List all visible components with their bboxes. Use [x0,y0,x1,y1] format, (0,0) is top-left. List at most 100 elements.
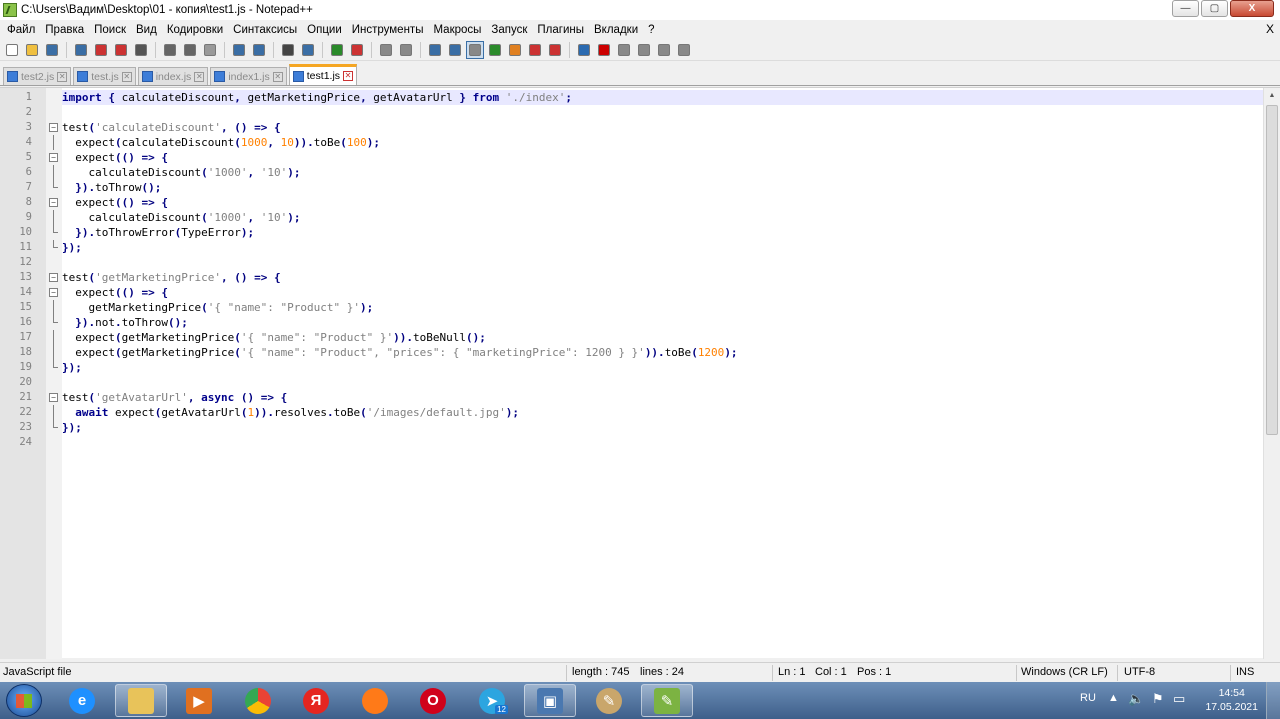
taskbar-opera[interactable]: O [407,684,459,717]
maximize-button[interactable]: ▢ [1201,0,1228,17]
code-line[interactable]: 17 expect(getMarketingPrice('{ "name": "… [19,330,1264,345]
close-document-button[interactable]: X [1266,22,1274,36]
close-button[interactable]: X [1230,0,1274,17]
code-line[interactable]: 19}); [19,360,1264,375]
fold-toggle-icon[interactable]: − [49,153,58,162]
save-macro-button[interactable] [675,41,693,59]
show-desktop-button[interactable] [1266,682,1280,719]
new-file-button[interactable] [3,41,21,59]
open-file-button[interactable] [23,41,41,59]
tab-index1-js[interactable]: index1.js ✕ [210,67,287,85]
menu-item-1[interactable]: Правка [40,24,89,36]
code-line[interactable]: 2 [26,105,1264,120]
menu-item-0[interactable]: Файл [2,24,40,36]
tray-expand-icon[interactable]: ▲ [1108,692,1119,704]
minimize-button[interactable]: — [1172,0,1199,17]
redo-button[interactable] [250,41,268,59]
word-wrap-button[interactable] [426,41,444,59]
close-button[interactable] [92,41,110,59]
stop-record-button[interactable] [615,41,633,59]
show-all-chars-button[interactable] [446,41,464,59]
tab-test2-js[interactable]: test2.js ✕ [3,67,72,85]
tab-close-icon[interactable]: ✕ [343,71,354,81]
undo-button[interactable] [230,41,248,59]
menu-item-10[interactable]: Плагины [532,24,589,36]
menu-item-2[interactable]: Поиск [89,24,131,36]
menu-item-4[interactable]: Кодировки [162,24,228,36]
doc-map-button[interactable] [506,41,524,59]
code-area[interactable]: 1 import { calculateDiscount, getMarketin… [19,90,1264,450]
tab-test-js[interactable]: test.js ✕ [73,67,136,85]
menu-item-6[interactable]: Опции [302,24,347,36]
run-macro-multiple-button[interactable] [655,41,673,59]
code-line[interactable]: 1 import { calculateDiscount, getMarketin… [26,90,1264,105]
taskbar-firefox[interactable] [349,684,401,717]
menu-item-9[interactable]: Запуск [486,24,532,36]
language-indicator[interactable]: RU [1080,692,1096,704]
code-line[interactable]: 3− test('calculateDiscount', () => { [26,120,1264,135]
paste-button[interactable] [201,41,219,59]
fold-margin[interactable] [46,88,62,659]
close-all-button[interactable] [112,41,130,59]
code-line[interactable]: 10 }).toThrowError(TypeError); [19,225,1264,240]
indent-guide-button[interactable] [466,40,484,59]
code-line[interactable]: 23}); [19,420,1264,435]
sync-horizontal-button[interactable] [397,41,415,59]
fold-toggle-icon[interactable]: − [49,123,58,132]
menu-item-12[interactable]: ? [643,24,659,36]
taskbar-chrome[interactable] [232,684,284,717]
code-line[interactable]: 18 expect(getMarketingPrice('{ "name": "… [19,345,1264,360]
menu-item-7[interactable]: Инструменты [347,24,429,36]
taskbar-telegram[interactable]: ➤ 12 [466,684,518,717]
menu-item-8[interactable]: Макросы [428,24,486,36]
fold-toggle-icon[interactable]: − [49,273,58,282]
zoom-out-button[interactable] [348,41,366,59]
code-line[interactable]: 12 [19,255,1264,270]
code-line[interactable]: 16 }).not.toThrow(); [19,315,1264,330]
menu-item-5[interactable]: Синтаксисы [228,24,302,36]
vertical-scrollbar[interactable]: ▲ [1263,88,1280,659]
code-line[interactable]: 9 calculateDiscount('1000', '10'); [26,210,1264,225]
code-line[interactable]: 4 expect(calculateDiscount(1000, 10)).to… [26,135,1264,150]
tab-test1-js[interactable]: test1.js ✕ [288,64,358,85]
menu-item-3[interactable]: Вид [131,24,162,36]
scrollbar-thumb[interactable] [1266,105,1278,435]
copy-button[interactable] [181,41,199,59]
code-line[interactable]: 24 [19,435,1264,450]
user-defined-lang-button[interactable] [486,41,504,59]
find-button[interactable] [279,41,297,59]
code-line[interactable]: 8 − expect(() => { [26,195,1264,210]
code-line[interactable]: 7 }).toThrow(); [26,180,1264,195]
volume-icon[interactable]: 🔈 [1128,691,1144,707]
code-line[interactable]: 13− test('getMarketingPrice', () => { [19,270,1264,285]
code-line[interactable]: 14 − expect(() => { [19,285,1264,300]
tab-close-icon[interactable]: ✕ [272,71,283,82]
taskbar-yandex-browser[interactable]: Я [290,684,342,717]
save-button[interactable] [43,41,61,59]
tab-close-icon[interactable]: ✕ [57,71,68,82]
tab-close-icon[interactable]: ✕ [194,71,205,82]
cut-button[interactable] [161,41,179,59]
clock[interactable]: 14:54 17.05.2021 [1205,686,1258,714]
function-list-button[interactable] [526,41,544,59]
zoom-in-button[interactable] [328,41,346,59]
replace-button[interactable] [299,41,317,59]
code-line[interactable]: 20 [19,375,1264,390]
status-encoding[interactable]: UTF-8 [1124,666,1155,678]
tab-close-icon[interactable]: ✕ [121,71,132,82]
tab-index-js[interactable]: index.js ✕ [137,67,209,85]
fold-toggle-icon[interactable]: − [49,198,58,207]
fold-toggle-icon[interactable]: − [49,288,58,297]
status-eol[interactable]: Windows (CR LF) [1021,666,1108,678]
print-button[interactable] [132,41,150,59]
record-macro-button[interactable] [595,41,613,59]
action-center-icon[interactable]: ⚑ [1152,691,1164,707]
code-line[interactable]: 5 − expect(() => { [26,150,1264,165]
start-button[interactable] [6,684,42,717]
taskbar-notepad-plus-plus[interactable]: ✎ [641,684,693,717]
fold-toggle-icon[interactable]: − [49,393,58,402]
play-macro-button[interactable] [635,41,653,59]
folder-workspace-button[interactable] [546,41,564,59]
taskbar-paint[interactable]: ✎ [583,684,635,717]
taskbar-internet-explorer[interactable]: e [56,684,108,717]
